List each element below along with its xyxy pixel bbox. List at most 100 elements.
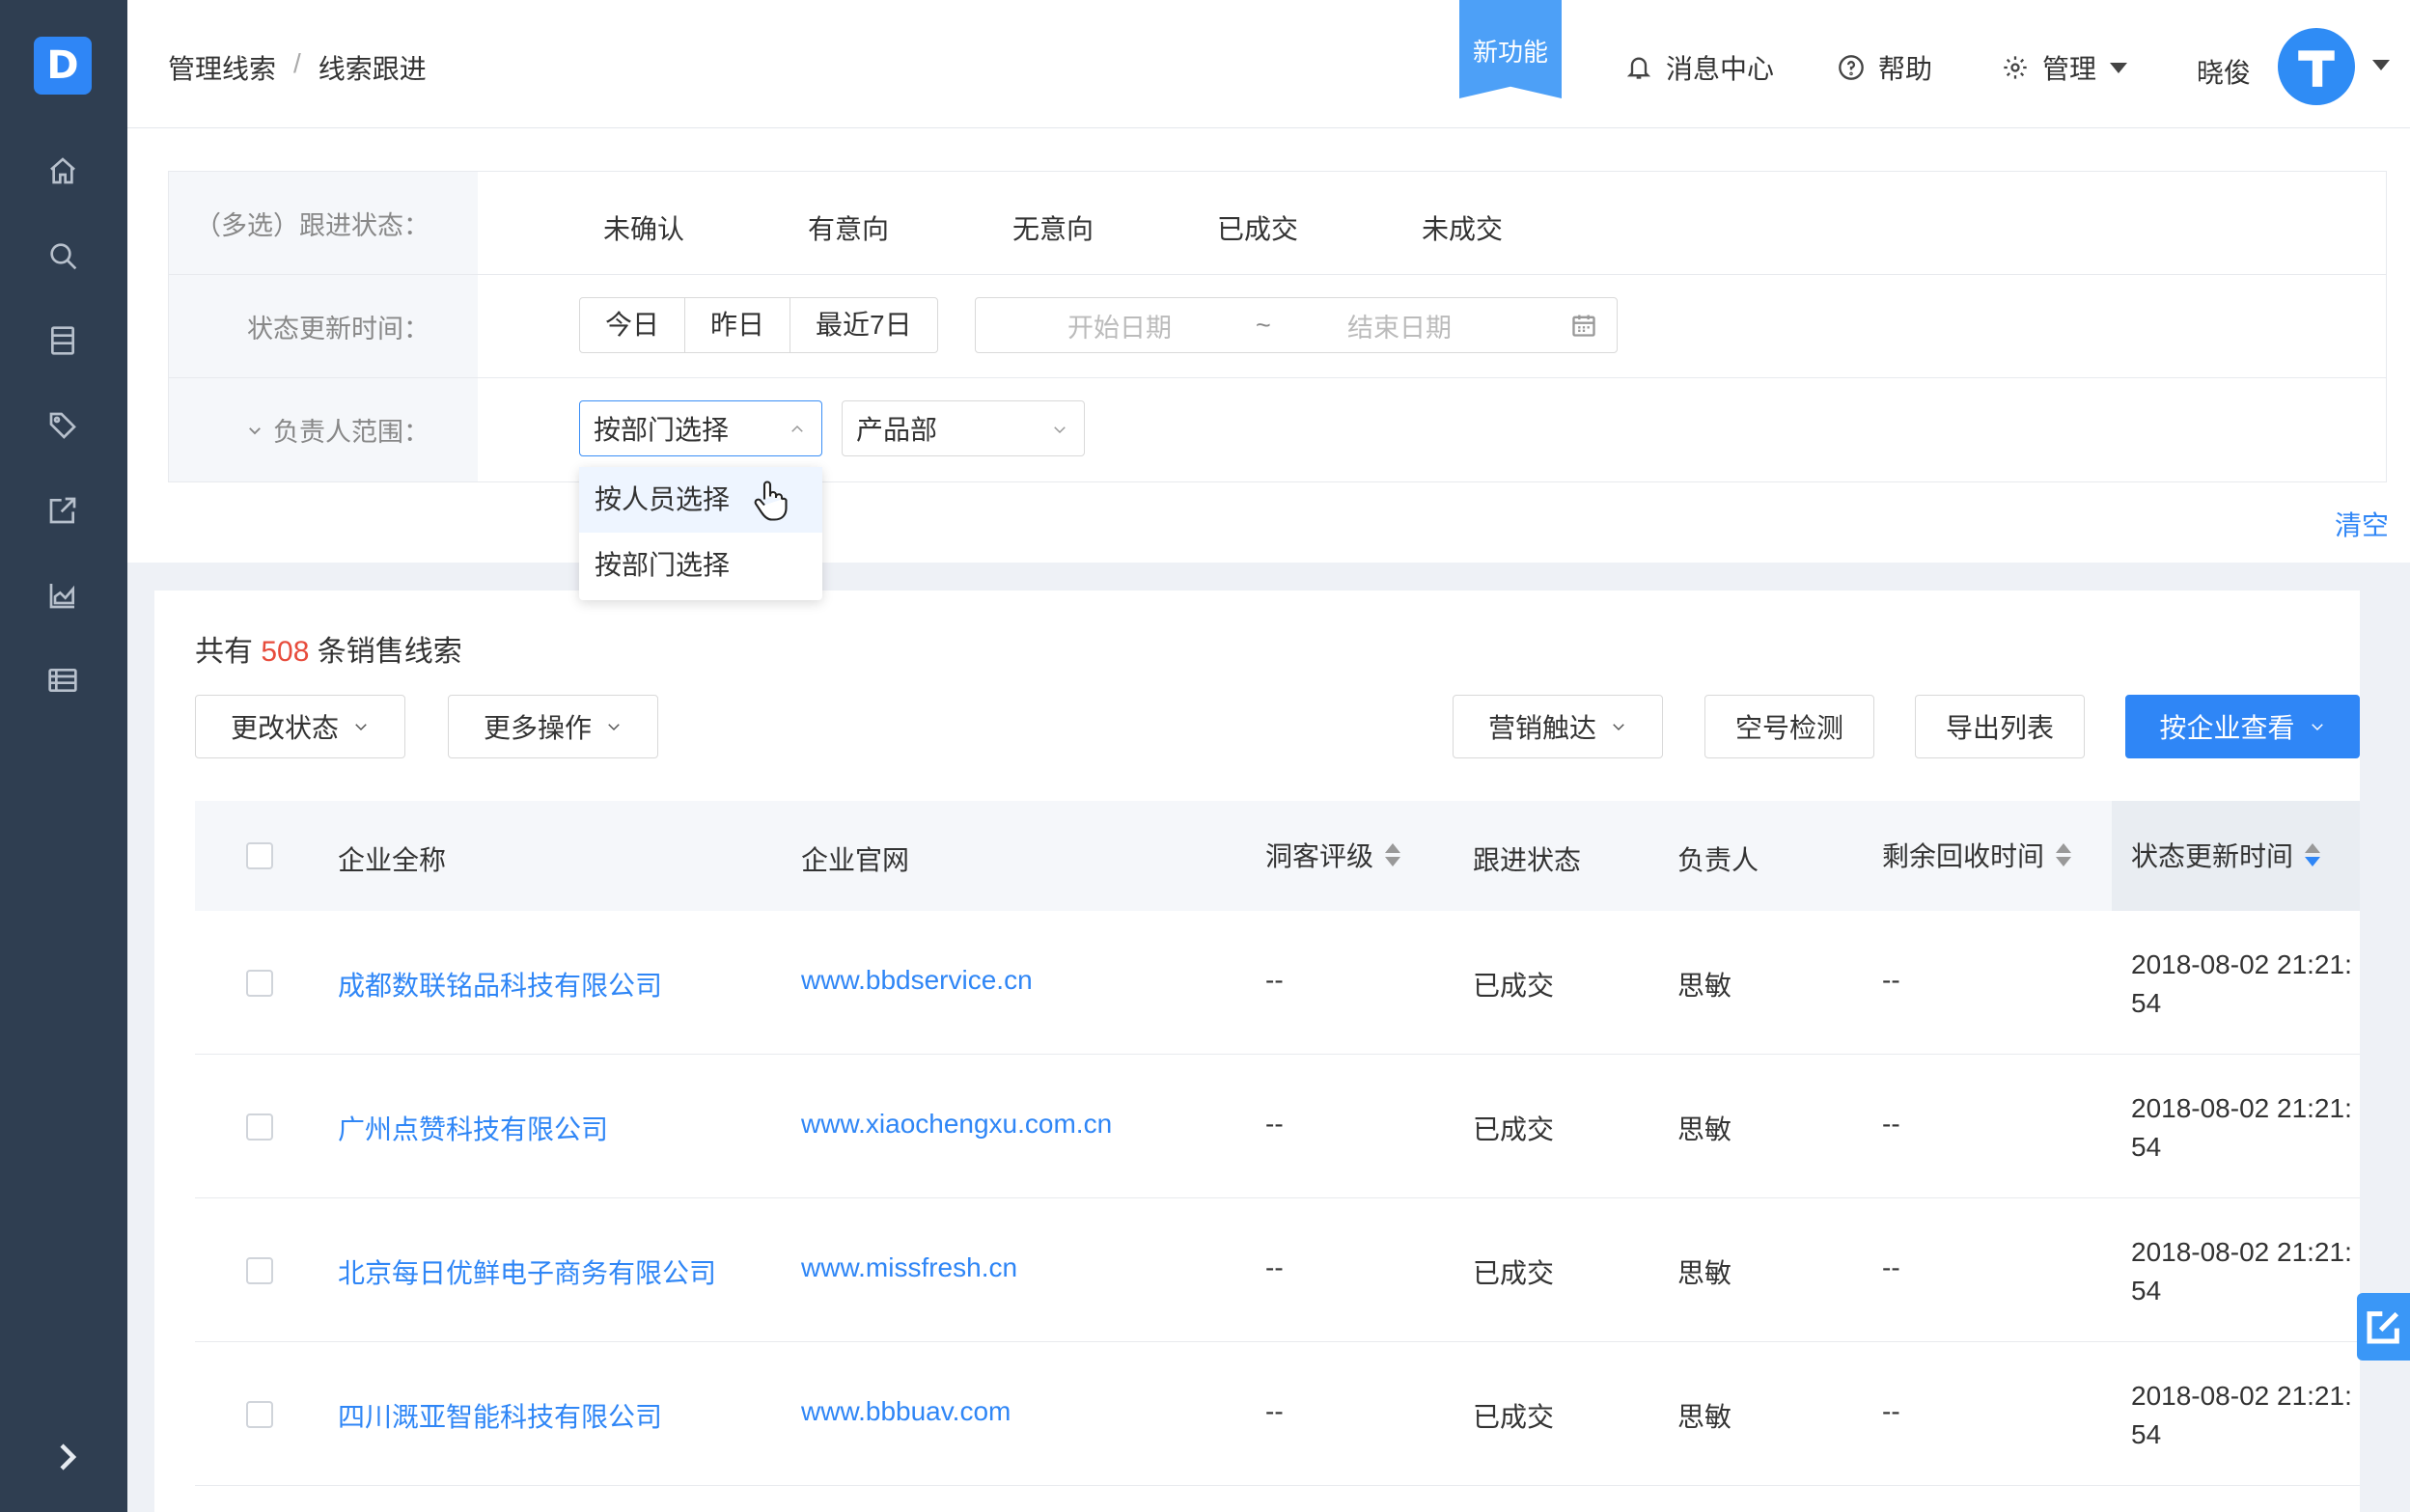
last-7-days-button[interactable]: 最近7日 (790, 298, 937, 352)
empty-number-check-label: 空号检测 (1734, 713, 1843, 743)
empty-number-check-button[interactable]: 空号检测 (1704, 695, 1874, 758)
updated-cell: 2018-08-02 21:21:54 (2131, 1093, 2352, 1162)
owner-cell: 思敏 (1677, 1258, 1732, 1288)
company-link[interactable]: 四川溉亚智能科技有限公司 (338, 1396, 662, 1435)
view-by-company-button[interactable]: 按企业查看 (2125, 695, 2360, 758)
leads-panel: 共有 508 条销售线索 更改状态 更多操作 营销触达 空号检测 导出列表 按企… (154, 591, 2360, 1512)
row-checkbox[interactable] (246, 1401, 273, 1428)
chevron-down-icon (1613, 724, 1624, 731)
select-all-checkbox[interactable] (246, 842, 273, 869)
manage-label: 管理 (2042, 54, 2097, 84)
column-remaining-label: 剩余回收时间 (1882, 841, 2045, 871)
sort-icon (2056, 843, 2072, 866)
more-actions-button[interactable]: 更多操作 (448, 695, 658, 758)
marketing-button[interactable]: 营销触达 (1453, 695, 1663, 758)
chevron-down-icon (608, 724, 620, 731)
breadcrumb-item[interactable]: 管理线索 (168, 48, 276, 87)
company-link[interactable]: 成都数联铭品科技有限公司 (338, 965, 662, 1003)
chevron-right-icon[interactable] (50, 1440, 85, 1478)
feedback-edit-button[interactable] (2357, 1293, 2410, 1361)
website-link[interactable]: www.bbbuav.com (801, 1396, 1011, 1427)
row-checkbox[interactable] (246, 1113, 273, 1141)
date-range-picker[interactable]: 开始日期 ~ 结束日期 (975, 297, 1618, 353)
breadcrumb-separator: / (293, 48, 301, 78)
message-center-label: 消息中心 (1666, 54, 1775, 84)
today-button[interactable]: 今日 (580, 298, 686, 352)
more-actions-label: 更多操作 (483, 713, 592, 743)
status-cell: 已成交 (1473, 971, 1555, 1001)
summary-prefix: 共有 (195, 636, 253, 668)
website-link[interactable]: www.missfresh.cn (801, 1252, 1017, 1283)
status-option[interactable]: 有意向 (808, 208, 889, 247)
rating-cell: -- (1265, 1109, 1284, 1139)
table-row: 北京每日优鲜电子商务有限公司 www.missfresh.cn -- 已成交 思… (195, 1198, 2360, 1342)
column-rating[interactable]: 洞客评级 (1265, 836, 1401, 874)
sort-icon (1385, 843, 1401, 866)
new-feature-badge[interactable]: 新功能 (1459, 0, 1562, 98)
table-row: 四川溉亚智能科技有限公司 www.bbbuav.com -- 已成交 思敏 --… (195, 1342, 2360, 1486)
updated-cell: 2018-08-02 21:21:54 (2131, 949, 2352, 1018)
tag-icon[interactable] (42, 405, 83, 446)
company-link[interactable]: 广州点赞科技有限公司 (338, 1109, 608, 1147)
clear-filters-link[interactable]: 清空 (2335, 505, 2389, 543)
help-button[interactable]: 帮助 (1838, 48, 1932, 87)
avatar[interactable] (2278, 28, 2355, 105)
leads-summary: 共有 508 条销售线索 (195, 627, 462, 670)
column-company: 企业全称 (338, 839, 446, 878)
end-date-input[interactable]: 结束日期 (1347, 307, 1452, 344)
row-checkbox[interactable] (246, 970, 273, 997)
chevron-down-icon (249, 426, 261, 434)
status-cell: 已成交 (1473, 1402, 1555, 1432)
owner-filter-label[interactable]: 负责人范围： (169, 378, 478, 481)
chevron-down-icon (1054, 426, 1066, 434)
manage-menu[interactable]: 管理 (2002, 48, 2128, 87)
company-link[interactable]: 北京每日优鲜电子商务有限公司 (338, 1252, 716, 1291)
chevron-down-icon (2311, 724, 2323, 731)
leads-count: 508 (261, 636, 310, 668)
row-checkbox[interactable] (246, 1257, 273, 1284)
status-option[interactable]: 未确认 (603, 208, 684, 247)
message-center-button[interactable]: 消息中心 (1625, 48, 1774, 87)
department-select[interactable]: 产品部 (842, 400, 1085, 456)
remaining-cell: -- (1882, 1396, 1900, 1426)
filter-panel: （多选）跟进状态： 未确认 有意向 无意向 已成交 未成交 状态更新时间： 今日… (127, 128, 2410, 563)
chart-icon[interactable] (42, 575, 83, 616)
column-status: 跟进状态 (1473, 839, 1581, 878)
export-list-button[interactable]: 导出列表 (1915, 695, 2085, 758)
owner-cell: 思敏 (1677, 1402, 1732, 1432)
column-owner: 负责人 (1677, 839, 1759, 878)
list-icon[interactable] (42, 660, 83, 701)
document-icon[interactable] (42, 320, 83, 361)
column-website: 企业官网 (801, 839, 909, 878)
status-option[interactable]: 已成交 (1217, 208, 1298, 247)
status-option[interactable]: 未成交 (1422, 208, 1503, 247)
app-logo[interactable]: D (34, 37, 92, 95)
new-feature-label: 新功能 (1472, 38, 1548, 67)
table-row: 成都数联铭品科技有限公司 www.bbdservice.cn -- 已成交 思敏… (195, 911, 2360, 1055)
caret-down-icon[interactable] (2372, 60, 2390, 70)
yesterday-button[interactable]: 昨日 (685, 298, 791, 352)
change-status-button[interactable]: 更改状态 (195, 695, 405, 758)
owner-mode-select[interactable]: 按部门选择 (579, 400, 822, 456)
table-row: 广州点赞科技有限公司 www.xiaochengxu.com.cn -- 已成交… (195, 1055, 2360, 1198)
export-list-label: 导出列表 (1945, 713, 2054, 743)
start-date-input[interactable]: 开始日期 (1067, 307, 1172, 344)
calendar-icon (1572, 315, 1595, 337)
website-link[interactable]: www.bbdservice.cn (801, 965, 1033, 996)
rating-cell: -- (1265, 1252, 1284, 1282)
status-option[interactable]: 无意向 (1012, 208, 1094, 247)
time-filter-label: 状态更新时间： (169, 275, 478, 377)
column-updated[interactable]: 状态更新时间 (2131, 836, 2321, 874)
column-remaining[interactable]: 剩余回收时间 (1882, 836, 2072, 874)
search-icon[interactable] (42, 235, 83, 276)
help-label: 帮助 (1878, 54, 1933, 84)
chevron-up-icon (791, 425, 803, 432)
range-separator: ~ (1256, 310, 1271, 340)
user-name[interactable]: 晓俊 (2197, 52, 2251, 91)
dropdown-option-by-department[interactable]: 按部门选择 (579, 533, 822, 598)
owner-cell: 思敏 (1677, 971, 1732, 1001)
home-icon[interactable] (42, 151, 83, 191)
status-cell: 已成交 (1473, 1114, 1555, 1144)
website-link[interactable]: www.xiaochengxu.com.cn (801, 1109, 1112, 1140)
share-icon[interactable] (42, 490, 83, 531)
